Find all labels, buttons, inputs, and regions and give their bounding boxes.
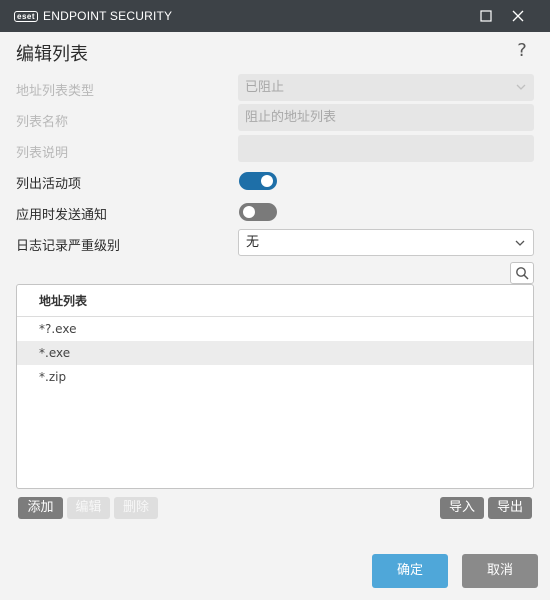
add-button[interactable]: 添加 <box>18 497 63 519</box>
maximize-icon <box>480 10 492 22</box>
list-name-input: 阻止的地址列表 <box>238 104 534 131</box>
cancel-button[interactable]: 取消 <box>462 554 538 588</box>
help-icon[interactable]: ? <box>512 40 532 61</box>
maximize-button[interactable] <box>470 0 502 32</box>
delete-button[interactable]: 删除 <box>114 497 158 519</box>
search-button[interactable] <box>510 262 534 284</box>
search-icon <box>516 267 529 280</box>
toggle-knob <box>243 206 255 218</box>
list-item[interactable]: *.exe <box>17 341 533 365</box>
eset-logo: eset ENDPOINT SECURITY <box>14 9 173 23</box>
chevron-down-icon <box>515 240 525 246</box>
import-button[interactable]: 导入 <box>440 497 484 519</box>
page-title: 编辑列表 <box>16 44 88 65</box>
edit-button[interactable]: 编辑 <box>67 497 110 519</box>
toggle-knob <box>261 175 273 187</box>
notify-label: 应用时发送通知 <box>16 208 108 223</box>
list-type-label: 地址列表类型 <box>16 84 95 99</box>
list-active-label: 列出活动项 <box>16 177 82 192</box>
export-button[interactable]: 导出 <box>488 497 532 519</box>
log-severity-label: 日志记录严重级别 <box>16 239 121 254</box>
close-button[interactable] <box>502 0 534 32</box>
logo-text: ENDPOINT SECURITY <box>43 9 173 23</box>
chevron-down-icon <box>516 84 526 90</box>
title-bar: eset ENDPOINT SECURITY <box>0 0 550 32</box>
log-severity-value: 无 <box>246 235 260 250</box>
list-active-toggle[interactable] <box>239 172 277 190</box>
close-icon <box>512 10 524 22</box>
address-list-table: 地址列表 *?.exe *.exe *.zip <box>16 284 534 489</box>
notify-toggle[interactable] <box>239 203 277 221</box>
list-item[interactable]: *?.exe <box>17 317 533 341</box>
ok-button[interactable]: 确定 <box>372 554 448 588</box>
address-list-header[interactable]: 地址列表 <box>17 285 533 317</box>
list-type-select: 已阻止 <box>238 74 534 101</box>
log-severity-select[interactable]: 无 <box>238 229 534 256</box>
list-description-label: 列表说明 <box>16 146 69 161</box>
list-item[interactable]: *.zip <box>17 365 533 389</box>
list-description-input <box>238 135 534 162</box>
logo-badge: eset <box>14 10 39 22</box>
list-type-value: 已阻止 <box>245 80 285 95</box>
list-name-label: 列表名称 <box>16 115 69 130</box>
